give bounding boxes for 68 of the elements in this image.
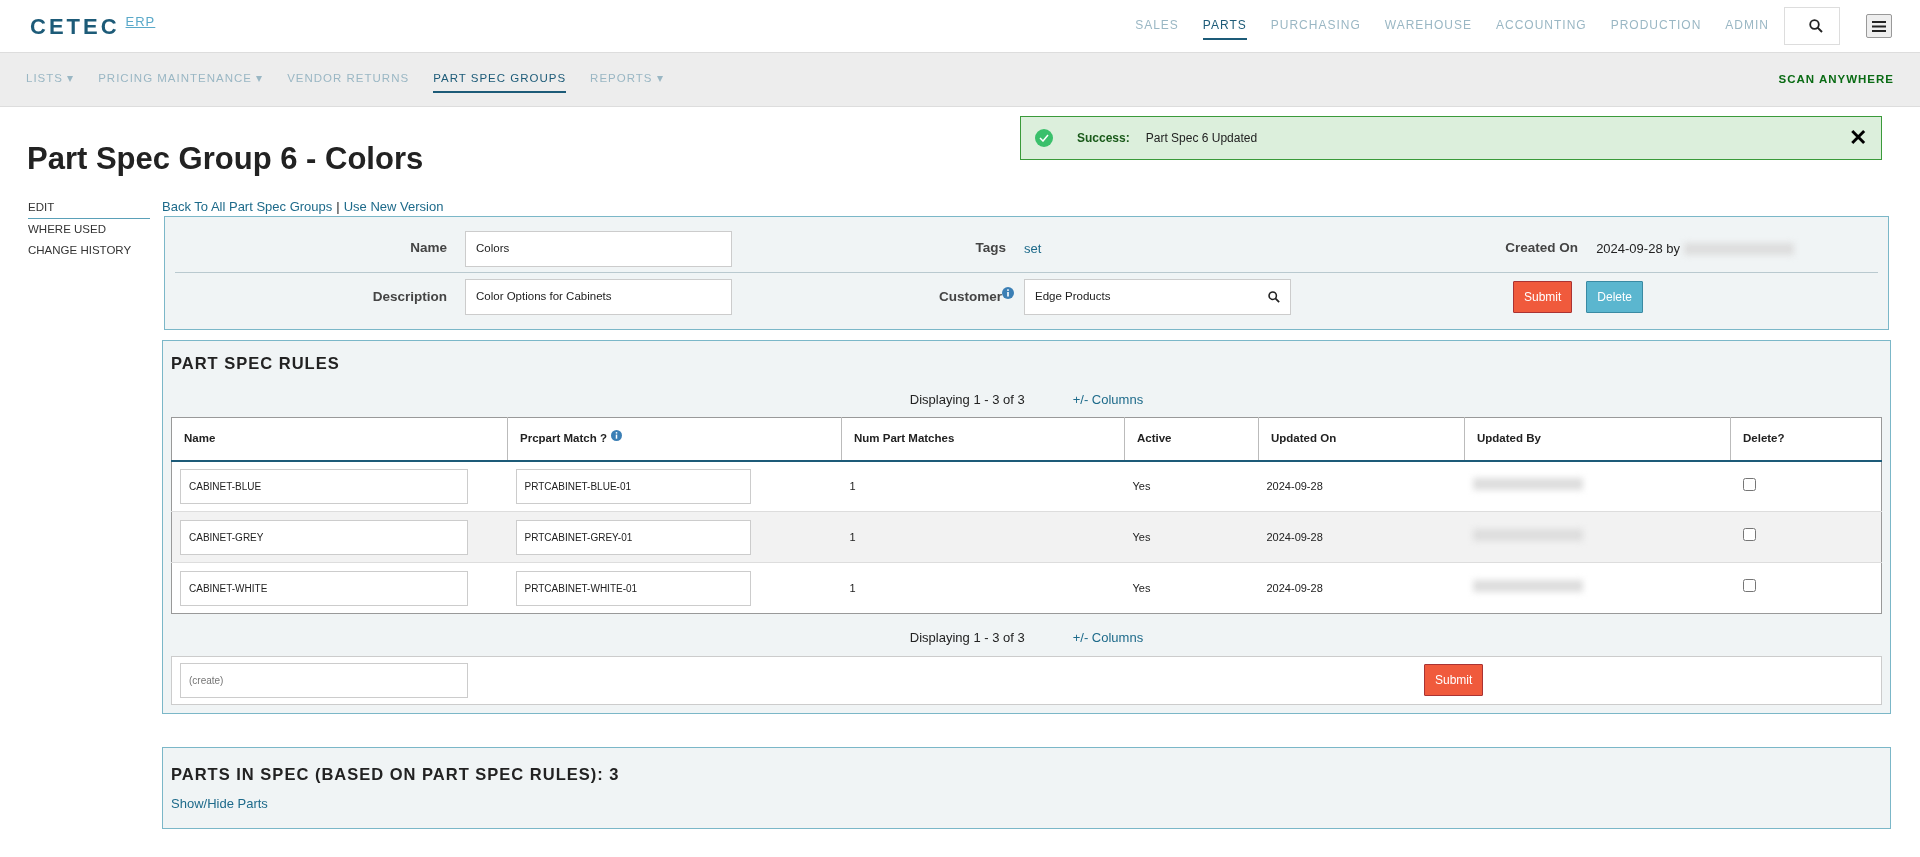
menu-button[interactable] <box>1866 14 1892 38</box>
side-menu-item[interactable]: EDIT <box>28 196 150 219</box>
close-button[interactable]: ✕ <box>1849 127 1867 149</box>
column-header: Num Part Matches <box>841 417 1125 461</box>
search-button[interactable] <box>1784 7 1840 45</box>
table-cell: 2024-09-28 <box>1266 480 1323 492</box>
column-header: Updated By <box>1464 417 1731 461</box>
info-icon <box>610 430 622 442</box>
subnav-tab[interactable]: PART SPEC GROUPS <box>433 65 567 94</box>
table-cell: 1 <box>849 581 856 594</box>
field-label: Created On <box>1505 239 1580 258</box>
table-cell: 2024-09-28 <box>1266 530 1323 543</box>
search-icon <box>1809 19 1823 33</box>
name-input[interactable]: CABINET-WHITE <box>180 570 468 606</box>
field-label: Name <box>409 239 448 258</box>
info-icon <box>1002 286 1014 299</box>
new-version-link[interactable]: Use New Version <box>343 196 444 216</box>
table-cell: Yes <box>1132 581 1151 594</box>
pagination-info: Displaying 1 - 3 of 3 <box>909 629 1025 647</box>
column-header: Delete? <box>1730 417 1882 461</box>
create-input[interactable]: (create) <box>180 662 468 698</box>
link-separator: | <box>336 197 340 216</box>
alert-message: Part Spec 6 Updated <box>1145 130 1258 147</box>
columns-link[interactable]: +/- Columns <box>1072 628 1144 648</box>
side-menu-item[interactable]: WHERE USED <box>28 218 150 240</box>
show-hide-link[interactable]: Show/Hide Parts <box>171 796 268 812</box>
search-icon <box>1268 291 1280 303</box>
created-date: 2024-09-28 by <box>1596 239 1680 258</box>
table-cell: 1 <box>849 480 856 492</box>
match-input[interactable]: PRTCABINET-WHITE-01 <box>515 570 751 606</box>
delete-checkbox[interactable] <box>1742 579 1756 593</box>
table-cell: 2024-09-28 <box>1266 581 1323 594</box>
nav-tab[interactable]: PARTS <box>1202 12 1247 40</box>
table-cell: 1 <box>849 530 856 543</box>
field-label: Customer <box>939 287 1002 306</box>
side-menu-item[interactable]: CHANGE HISTORY <box>28 240 150 262</box>
section-title: PART SPEC RULES <box>171 353 341 374</box>
tags-link[interactable]: set <box>1024 238 1042 259</box>
match-input[interactable]: PRTCABINET-GREY-01 <box>515 519 751 555</box>
section-title: PARTS IN SPEC (BASED ON PART SPEC RULES): 3 <box>171 763 621 785</box>
page-title: Part Spec Group 6 - Colors <box>27 140 424 178</box>
menu-icon <box>1872 20 1886 32</box>
table-cell: Yes <box>1132 480 1151 492</box>
name-input[interactable]: CABINET-BLUE <box>180 468 468 504</box>
table-cell: Yes <box>1132 530 1151 543</box>
submit-button[interactable]: Submit <box>1513 281 1573 313</box>
field-label: Tags <box>974 239 1007 258</box>
column-header: Prcpart Match ? <box>520 432 607 445</box>
brand-suffix: ERP <box>125 12 156 31</box>
delete-checkbox[interactable] <box>1742 528 1756 542</box>
scan-anywhere-link[interactable]: SCAN ANYWHERE <box>1778 70 1894 89</box>
delete-checkbox[interactable] <box>1742 477 1756 491</box>
column-header: Updated On <box>1258 417 1465 461</box>
name-field[interactable]: Colors <box>465 230 732 267</box>
alert-title: Success: <box>1077 130 1130 147</box>
back-link[interactable]: Back To All Part Spec Groups <box>162 196 333 216</box>
description-field[interactable]: Color Options for Cabinets <box>465 279 732 315</box>
column-header: Name <box>171 417 508 461</box>
submit-button[interactable]: Submit <box>1424 664 1484 696</box>
field-label: Description <box>371 287 448 306</box>
columns-link[interactable]: +/- Columns <box>1072 389 1144 410</box>
match-input[interactable]: PRTCABINET-BLUE-01 <box>515 468 751 504</box>
check-icon <box>1035 129 1053 147</box>
pagination-info: Displaying 1 - 3 of 3 <box>909 390 1025 409</box>
column-header: Active <box>1124 417 1259 461</box>
name-input[interactable]: CABINET-GREY <box>180 519 468 555</box>
customer-field[interactable]: Edge Products <box>1024 279 1291 315</box>
brand-logo[interactable]: CETEC <box>30 9 120 43</box>
